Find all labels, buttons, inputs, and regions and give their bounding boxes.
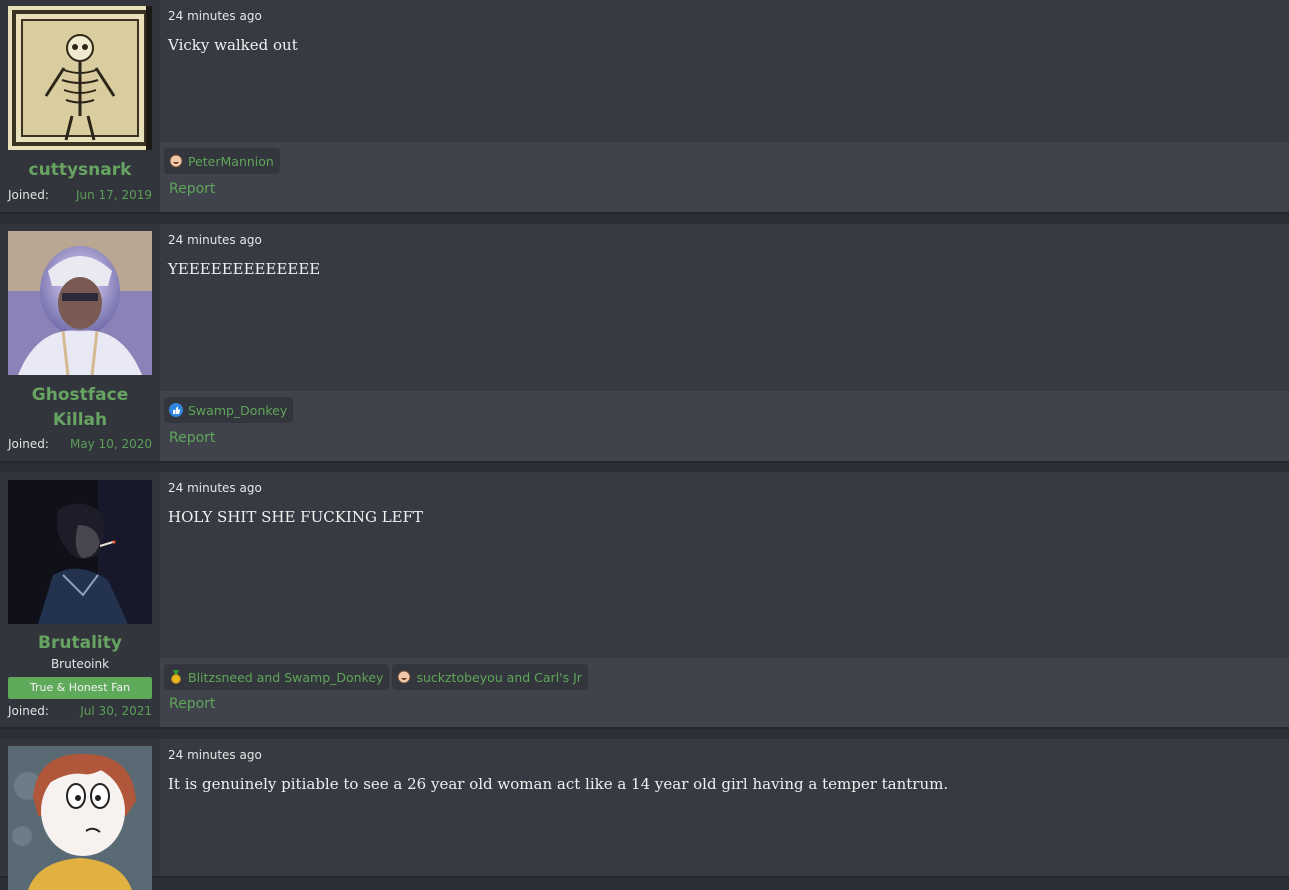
- user-panel: cuttysnark Joined: Jun 17, 2019: [0, 0, 160, 212]
- post: Brutality Bruteoink True & Honest Fan Jo…: [0, 472, 1289, 727]
- reactions-bar: Swamp_Donkey: [164, 397, 294, 423]
- post-timestamp[interactable]: 24 minutes ago: [168, 9, 262, 23]
- post-message: HOLY SHIT SHE FUCKING LEFT: [168, 508, 424, 526]
- post-message: Vicky walked out: [168, 36, 298, 54]
- thumbs-up-icon: [169, 403, 183, 417]
- joined-label: Joined:: [8, 704, 49, 718]
- report-link[interactable]: Report: [169, 696, 215, 712]
- post-main: 24 minutes ago Vicky walked out PeterMan…: [160, 0, 1289, 212]
- avatar[interactable]: [8, 746, 152, 890]
- user-panel: [0, 739, 160, 890]
- user-banner: True & Honest Fan: [8, 677, 152, 699]
- post-timestamp[interactable]: 24 minutes ago: [168, 233, 262, 247]
- post: Ghostface Killah Joined: May 10, 2020 24…: [0, 224, 1289, 461]
- reaction-chip[interactable]: PeterMannion: [164, 148, 280, 174]
- reactions-bar: PeterMannion: [164, 148, 280, 174]
- reaction-chip[interactable]: Swamp_Donkey: [164, 397, 294, 423]
- reaction-chip[interactable]: Blitzsneed and Swamp_Donkey: [164, 664, 390, 690]
- joined-label: Joined:: [8, 188, 49, 202]
- post-footer: PeterMannion Report: [160, 142, 1289, 212]
- user-panel: Ghostface Killah Joined: May 10, 2020: [0, 224, 160, 461]
- reaction-users: PeterMannion: [188, 153, 274, 169]
- avatar[interactable]: [8, 6, 152, 150]
- username[interactable]: cuttysnark: [0, 158, 160, 183]
- reaction-users: Swamp_Donkey: [188, 402, 288, 418]
- post-message: It is genuinely pitiable to see a 26 yea…: [168, 775, 949, 793]
- post-main: 24 minutes ago HOLY SHIT SHE FUCKING LEF…: [160, 472, 1289, 727]
- reaction-chip[interactable]: suckztobeyou and Carl's Jr: [392, 664, 588, 690]
- laughing-face-icon: [169, 154, 183, 168]
- joined-date: May 10, 2020: [69, 437, 152, 451]
- joined-row: Joined: Jul 30, 2021: [8, 704, 152, 718]
- post-main: 24 minutes ago It is genuinely pitiable …: [160, 739, 1289, 876]
- post-footer: Swamp_Donkey Report: [160, 391, 1289, 461]
- report-link[interactable]: Report: [169, 181, 215, 197]
- reaction-users: suckztobeyou and Carl's Jr: [416, 669, 582, 685]
- reaction-users: Blitzsneed and Swamp_Donkey: [188, 669, 384, 685]
- post-timestamp[interactable]: 24 minutes ago: [168, 748, 262, 762]
- avatar[interactable]: [8, 231, 152, 375]
- post-footer: Blitzsneed and Swamp_Donkey suckztobeyou…: [160, 658, 1289, 727]
- laughing-face-icon: [397, 670, 411, 684]
- post: cuttysnark Joined: Jun 17, 2019 24 minut…: [0, 0, 1289, 212]
- joined-row: Joined: May 10, 2020: [8, 437, 152, 451]
- reactions-bar: Blitzsneed and Swamp_Donkey suckztobeyou…: [164, 664, 588, 690]
- username[interactable]: Brutality: [0, 631, 160, 656]
- user-panel: Brutality Bruteoink True & Honest Fan Jo…: [0, 472, 160, 727]
- username-line[interactable]: Ghostface: [0, 383, 160, 408]
- post-timestamp[interactable]: 24 minutes ago: [168, 481, 262, 495]
- joined-date: Jul 30, 2021: [80, 704, 152, 718]
- joined-row: Joined: Jun 17, 2019: [8, 188, 152, 202]
- username[interactable]: Ghostface Killah: [0, 383, 160, 433]
- post-main: 24 minutes ago YEEEEEEEEEEEEE Swamp_Donk…: [160, 224, 1289, 461]
- joined-label: Joined:: [8, 437, 49, 451]
- medal-icon: [171, 670, 181, 684]
- post: 24 minutes ago It is genuinely pitiable …: [0, 739, 1289, 890]
- username-line[interactable]: Killah: [0, 408, 160, 433]
- joined-date: Jun 17, 2019: [75, 188, 152, 202]
- report-link[interactable]: Report: [169, 430, 215, 446]
- avatar[interactable]: [8, 480, 152, 624]
- user-title: Bruteoink: [50, 657, 110, 671]
- post-message: YEEEEEEEEEEEEE: [168, 260, 321, 278]
